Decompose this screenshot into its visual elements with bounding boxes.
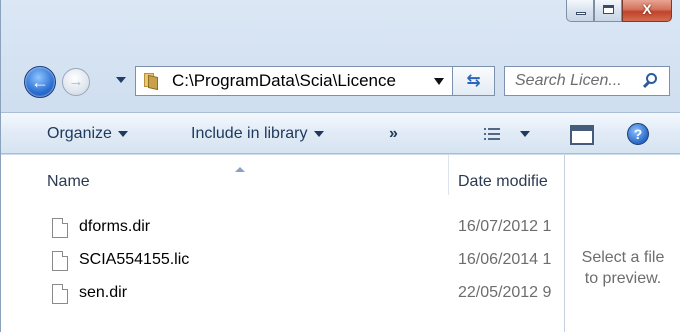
address-path[interactable]: C:\ProgramData\Scia\Licence	[172, 71, 434, 91]
organize-button[interactable]: Organize	[47, 113, 128, 155]
close-icon: X	[642, 1, 652, 17]
file-icon	[52, 284, 68, 304]
organize-label: Organize	[47, 125, 112, 142]
column-headers: Name Date modifie	[1, 155, 564, 199]
close-button[interactable]: X	[622, 0, 672, 22]
more-commands-button[interactable]: »	[389, 113, 398, 155]
file-date: 16/07/2012 1	[458, 218, 552, 235]
file-name: sen.dir	[79, 284, 128, 301]
column-divider[interactable]	[448, 155, 449, 195]
back-arrow-icon: ←	[31, 72, 49, 92]
chevron-down-icon	[313, 130, 324, 137]
search-input[interactable]: Search Licen...	[505, 72, 642, 90]
address-bar[interactable]: C:\ProgramData\Scia\Licence	[135, 66, 453, 96]
column-header-date-modified[interactable]: Date modifie	[458, 155, 564, 209]
refresh-icon: ⇆	[466, 71, 481, 90]
change-view-icon[interactable]	[484, 128, 502, 140]
preview-pane-divider[interactable]	[564, 155, 565, 332]
file-list-area: Name Date modifie dforms.dir 16/07/2012 …	[1, 155, 680, 332]
search-box[interactable]: Search Licen...	[504, 66, 670, 96]
recent-pages-dropdown[interactable]	[116, 77, 126, 83]
preview-pane-message: Select a file to preview.	[565, 247, 680, 289]
chevron-down-icon	[117, 130, 128, 137]
file-icon	[52, 218, 68, 238]
minimize-button[interactable]	[566, 0, 594, 22]
list-item[interactable]: dforms.dir 16/07/2012 1	[1, 214, 564, 247]
list-item[interactable]: SCIA554155.lic 16/06/2014 1	[1, 247, 564, 280]
caption-buttons: X	[566, 0, 672, 31]
file-icon	[52, 251, 68, 271]
list-item[interactable]: sen.dir 22/05/2012 9	[1, 280, 564, 313]
search-icon[interactable]	[642, 72, 660, 90]
forward-button[interactable]: →	[62, 68, 90, 96]
explorer-window: X ← → C:\ProgramData\Scia\Licence ⇆ Sear…	[0, 0, 680, 332]
preview-line-2: to preview.	[584, 270, 662, 287]
column-header-name[interactable]: Name	[47, 155, 90, 209]
help-icon[interactable]: ?	[627, 123, 649, 145]
preview-pane-icon[interactable]	[570, 125, 594, 145]
view-dropdown-icon[interactable]	[520, 131, 530, 137]
include-label: Include in library	[191, 125, 308, 142]
back-button[interactable]: ←	[24, 66, 56, 98]
forward-arrow-icon: →	[68, 73, 84, 90]
command-bar: Organize Include in library » ?	[1, 112, 680, 154]
file-name: dforms.dir	[79, 218, 151, 235]
folder-icon	[142, 73, 164, 91]
address-dropdown-icon[interactable]	[434, 77, 444, 85]
maximize-icon	[603, 5, 614, 14]
include-in-library-button[interactable]: Include in library	[191, 113, 324, 155]
file-date: 16/06/2014 1	[458, 251, 552, 268]
maximize-button[interactable]	[594, 0, 622, 22]
minimize-icon	[576, 12, 586, 15]
preview-line-1: Select a file	[581, 249, 665, 266]
sort-ascending-icon	[235, 167, 245, 172]
file-name: SCIA554155.lic	[79, 251, 190, 268]
refresh-button[interactable]: ⇆	[453, 66, 495, 96]
file-date: 22/05/2012 9	[458, 284, 552, 301]
